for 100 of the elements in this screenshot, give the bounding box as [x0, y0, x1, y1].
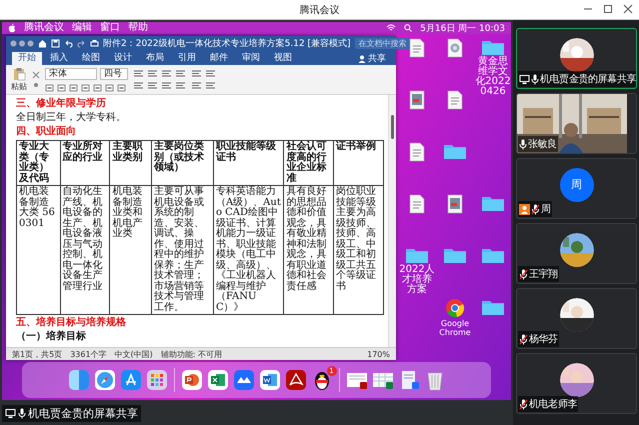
apple-icon[interactable]: [8, 23, 16, 33]
print-icon[interactable]: [90, 39, 99, 48]
save-icon[interactable]: [51, 39, 60, 48]
paragraph-icon[interactable]: [161, 81, 172, 90]
paragraph-icon[interactable]: [133, 69, 144, 78]
ribbon-tab[interactable]: 审阅: [236, 52, 266, 65]
zoom-level[interactable]: 170%: [367, 350, 390, 358]
muted-microphone-icon[interactable]: [531, 204, 540, 214]
folder-icon[interactable]: [481, 246, 505, 264]
clipboard-icon[interactable]: [12, 67, 26, 81]
browser-icon[interactable]: [445, 298, 465, 318]
split-square-icon[interactable]: [68, 369, 90, 391]
paragraph-icon[interactable]: [175, 69, 186, 78]
image-file-icon[interactable]: [409, 90, 425, 110]
home-icon[interactable]: [38, 39, 47, 48]
document-title: 附件2：2022级机电一体化技术专业培养方案5.12 [兼容模式]: [103, 37, 351, 50]
search-field[interactable]: 在文档中搜索: [354, 38, 411, 49]
presentation-icon[interactable]: [180, 369, 202, 391]
screen-share-icon: [5, 408, 16, 419]
table-cell: 机电装备制造大类 560301: [16, 186, 60, 314]
folder-icon[interactable]: [405, 246, 429, 264]
status-text: 中文(中国): [114, 348, 153, 360]
paragraph-icon[interactable]: [147, 81, 158, 90]
redo-icon[interactable]: [77, 39, 86, 48]
muted-microphone-icon[interactable]: [519, 398, 528, 410]
muted-microphone-icon[interactable]: [519, 334, 528, 344]
maximize-icon[interactable]: [603, 4, 613, 14]
table-cell: 机电装备制造业类和机电产业类: [110, 186, 152, 314]
pdf-icon[interactable]: [284, 369, 306, 391]
format-icon[interactable]: [117, 82, 126, 92]
status-text: 第1页，共5页: [12, 348, 62, 360]
font-field[interactable]: 宋体: [45, 68, 97, 80]
format-icon[interactable]: [45, 82, 54, 92]
participant-tile[interactable]: 杨华芬: [516, 288, 637, 349]
window-buttons-icon[interactable]: [10, 40, 34, 47]
image-file-icon[interactable]: [447, 194, 463, 214]
search-icon[interactable]: [404, 24, 412, 32]
document-icon[interactable]: [409, 194, 425, 214]
spreadsheet-icon[interactable]: [206, 369, 228, 391]
style-icon[interactable]: [205, 69, 216, 78]
style-icon[interactable]: [205, 81, 216, 90]
close-icon[interactable]: [623, 4, 633, 14]
scissors-icon[interactable]: [32, 70, 40, 90]
format-icon[interactable]: [81, 82, 90, 92]
participant-tile[interactable]: 机电老师李: [516, 353, 637, 414]
table-cell: 主要可从事机电设备或系统的制造、安装、调试、操作、使用过程中的维护保养；生产技术管理；市场营销等技术与管理工作。: [151, 186, 214, 314]
folder-icon[interactable]: [481, 194, 505, 212]
participant-tile[interactable]: 机电贾金贵的屏幕共享: [516, 28, 637, 89]
muted-microphone-icon[interactable]: [519, 268, 528, 280]
format-icon[interactable]: [105, 82, 114, 92]
style-icon[interactable]: [191, 81, 202, 90]
participant-tile[interactable]: 张敏良: [516, 93, 637, 154]
table-header: 主要职业类别: [110, 140, 152, 186]
undo-icon[interactable]: [64, 39, 73, 48]
font-size-field[interactable]: 四号: [100, 68, 128, 80]
ribbon-tab[interactable]: 开始: [12, 52, 42, 65]
format-icon[interactable]: [57, 82, 66, 92]
menu-item[interactable]: 腾讯会议: [24, 22, 64, 34]
format-icon[interactable]: [93, 82, 102, 92]
document-icon[interactable]: [447, 90, 463, 110]
paragraph-icon[interactable]: [147, 69, 158, 78]
style-icon[interactable]: [191, 69, 202, 78]
microphone-icon[interactable]: [18, 408, 26, 419]
avatar-initial: 周: [560, 168, 594, 202]
ribbon-tab[interactable]: 邮件: [204, 52, 234, 65]
window-title: 腾讯会议: [300, 4, 340, 16]
wifi-icon[interactable]: [386, 24, 396, 32]
ribbon-tab[interactable]: 视图: [268, 52, 298, 65]
ribbon-tab[interactable]: 布局: [140, 52, 170, 65]
microphone-icon[interactable]: [519, 138, 527, 150]
paragraph-icon[interactable]: [175, 81, 186, 90]
paste-label[interactable]: 粘贴: [11, 81, 27, 92]
app-grid-icon[interactable]: [146, 369, 168, 391]
participant-tile[interactable]: 周 周: [516, 158, 637, 219]
menu-item[interactable]: 编辑: [72, 22, 92, 34]
participant-tile[interactable]: 王宇翔: [516, 223, 637, 284]
folder-icon[interactable]: [481, 298, 505, 316]
microphone-icon[interactable]: [531, 74, 539, 84]
document-icon[interactable]: [409, 38, 425, 58]
share-button[interactable]: 共享: [354, 52, 390, 65]
folder-icon[interactable]: [443, 142, 467, 160]
compass-icon[interactable]: [94, 369, 116, 391]
format-icon[interactable]: [69, 82, 78, 92]
folder-icon[interactable]: [443, 246, 467, 264]
document-icon[interactable]: [409, 142, 425, 162]
table-header: 社会认可度高的行业企业标准: [284, 140, 334, 186]
ribbon-tab[interactable]: 插入: [44, 52, 74, 65]
folder-icon[interactable]: [481, 38, 505, 56]
participant-name: 周: [541, 203, 551, 216]
ribbon-tab[interactable]: 绘图: [76, 52, 106, 65]
paragraph-icon[interactable]: [161, 69, 172, 78]
paragraph-icon[interactable]: [133, 81, 144, 90]
ribbon-tab[interactable]: 引用: [172, 52, 202, 65]
menu-item[interactable]: 窗口: [100, 22, 120, 34]
document-app-icon[interactable]: [258, 369, 280, 391]
menu-item[interactable]: 帮助: [128, 22, 148, 34]
ribbon-tab[interactable]: 设计: [108, 52, 138, 65]
scrollbar-thumb[interactable]: [391, 115, 394, 139]
screen-share-icon: [519, 74, 530, 84]
participant-name: 杨华芬: [529, 332, 558, 346]
